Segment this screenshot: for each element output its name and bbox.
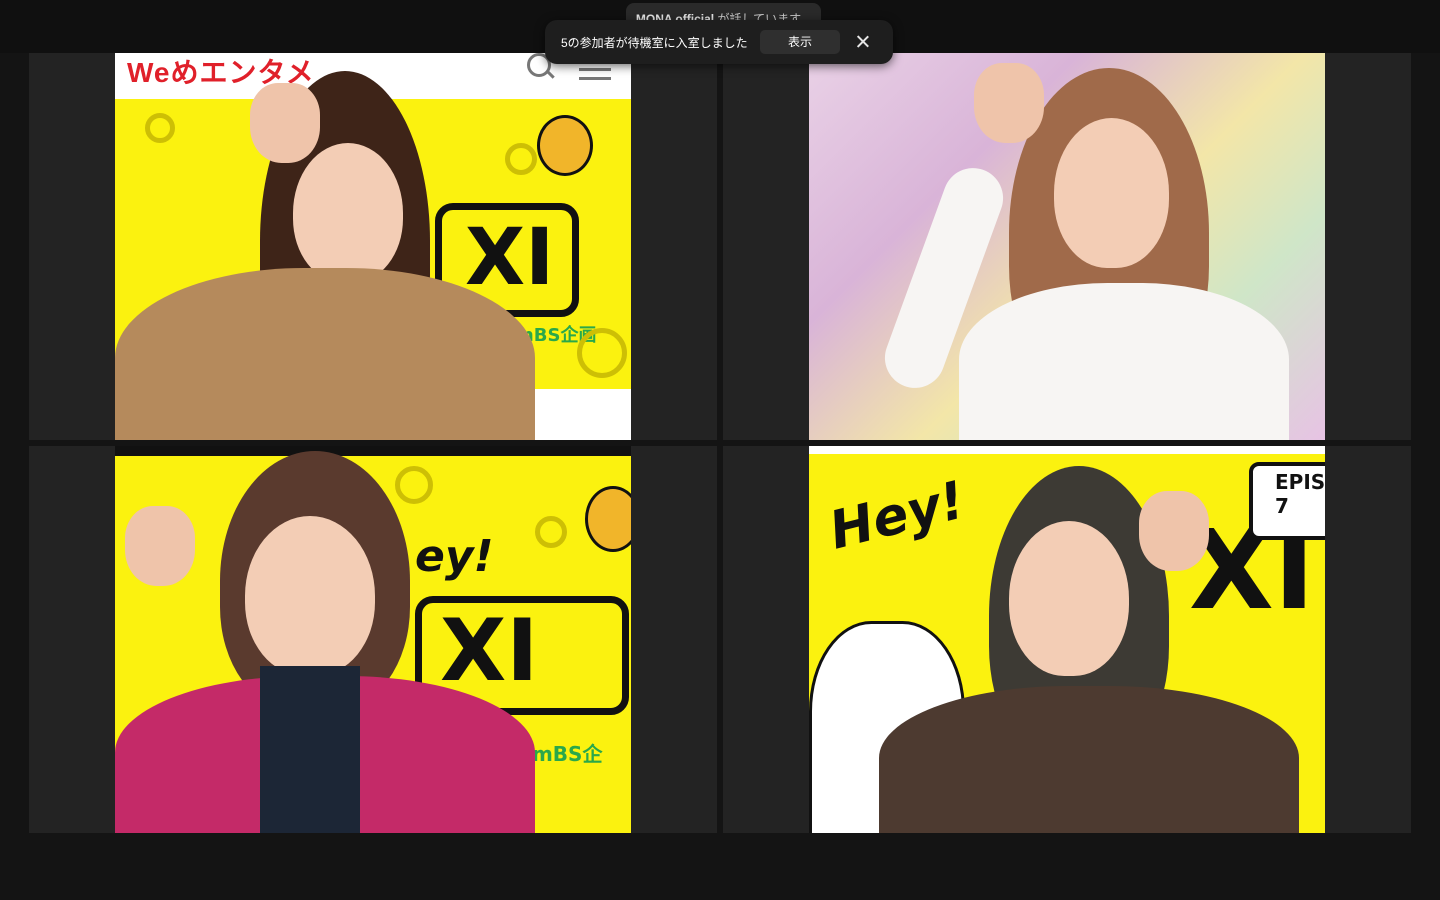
cartoon-face [537, 115, 593, 176]
waiting-room-notification: 5の参加者が待機室に入室しました 表示 [545, 20, 893, 64]
video-tile-3[interactable]: XI ey! 社 mBS企 [29, 446, 717, 833]
video-tile-2[interactable] [723, 53, 1411, 440]
video-tile-1[interactable]: Weめエンタメ XI mBS企画 [29, 53, 717, 440]
sign-text: XI [465, 213, 555, 303]
decor-circle [577, 328, 627, 378]
video-feed: Hey! XI EPIS 7 [809, 446, 1325, 833]
decor-circle [145, 113, 175, 143]
notification-message: 5の参加者が待機室に入室しました [561, 35, 748, 50]
cartoon-face [585, 486, 631, 552]
hey-text: ey! [415, 531, 494, 582]
episode-text: EPIS 7 [1275, 470, 1325, 518]
sign-text: XI [440, 601, 539, 701]
video-feed: XI ey! 社 mBS企 [115, 446, 631, 833]
video-feed [809, 53, 1325, 440]
decor-circle [395, 466, 433, 504]
close-icon[interactable] [854, 33, 872, 51]
decor-circle [505, 143, 537, 175]
decor-circle [535, 516, 567, 548]
show-button[interactable]: 表示 [760, 30, 840, 54]
hey-text: Hey! [823, 470, 971, 562]
video-tile-4[interactable]: Hey! XI EPIS 7 [723, 446, 1411, 833]
video-feed: Weめエンタメ XI mBS企画 [115, 53, 631, 440]
